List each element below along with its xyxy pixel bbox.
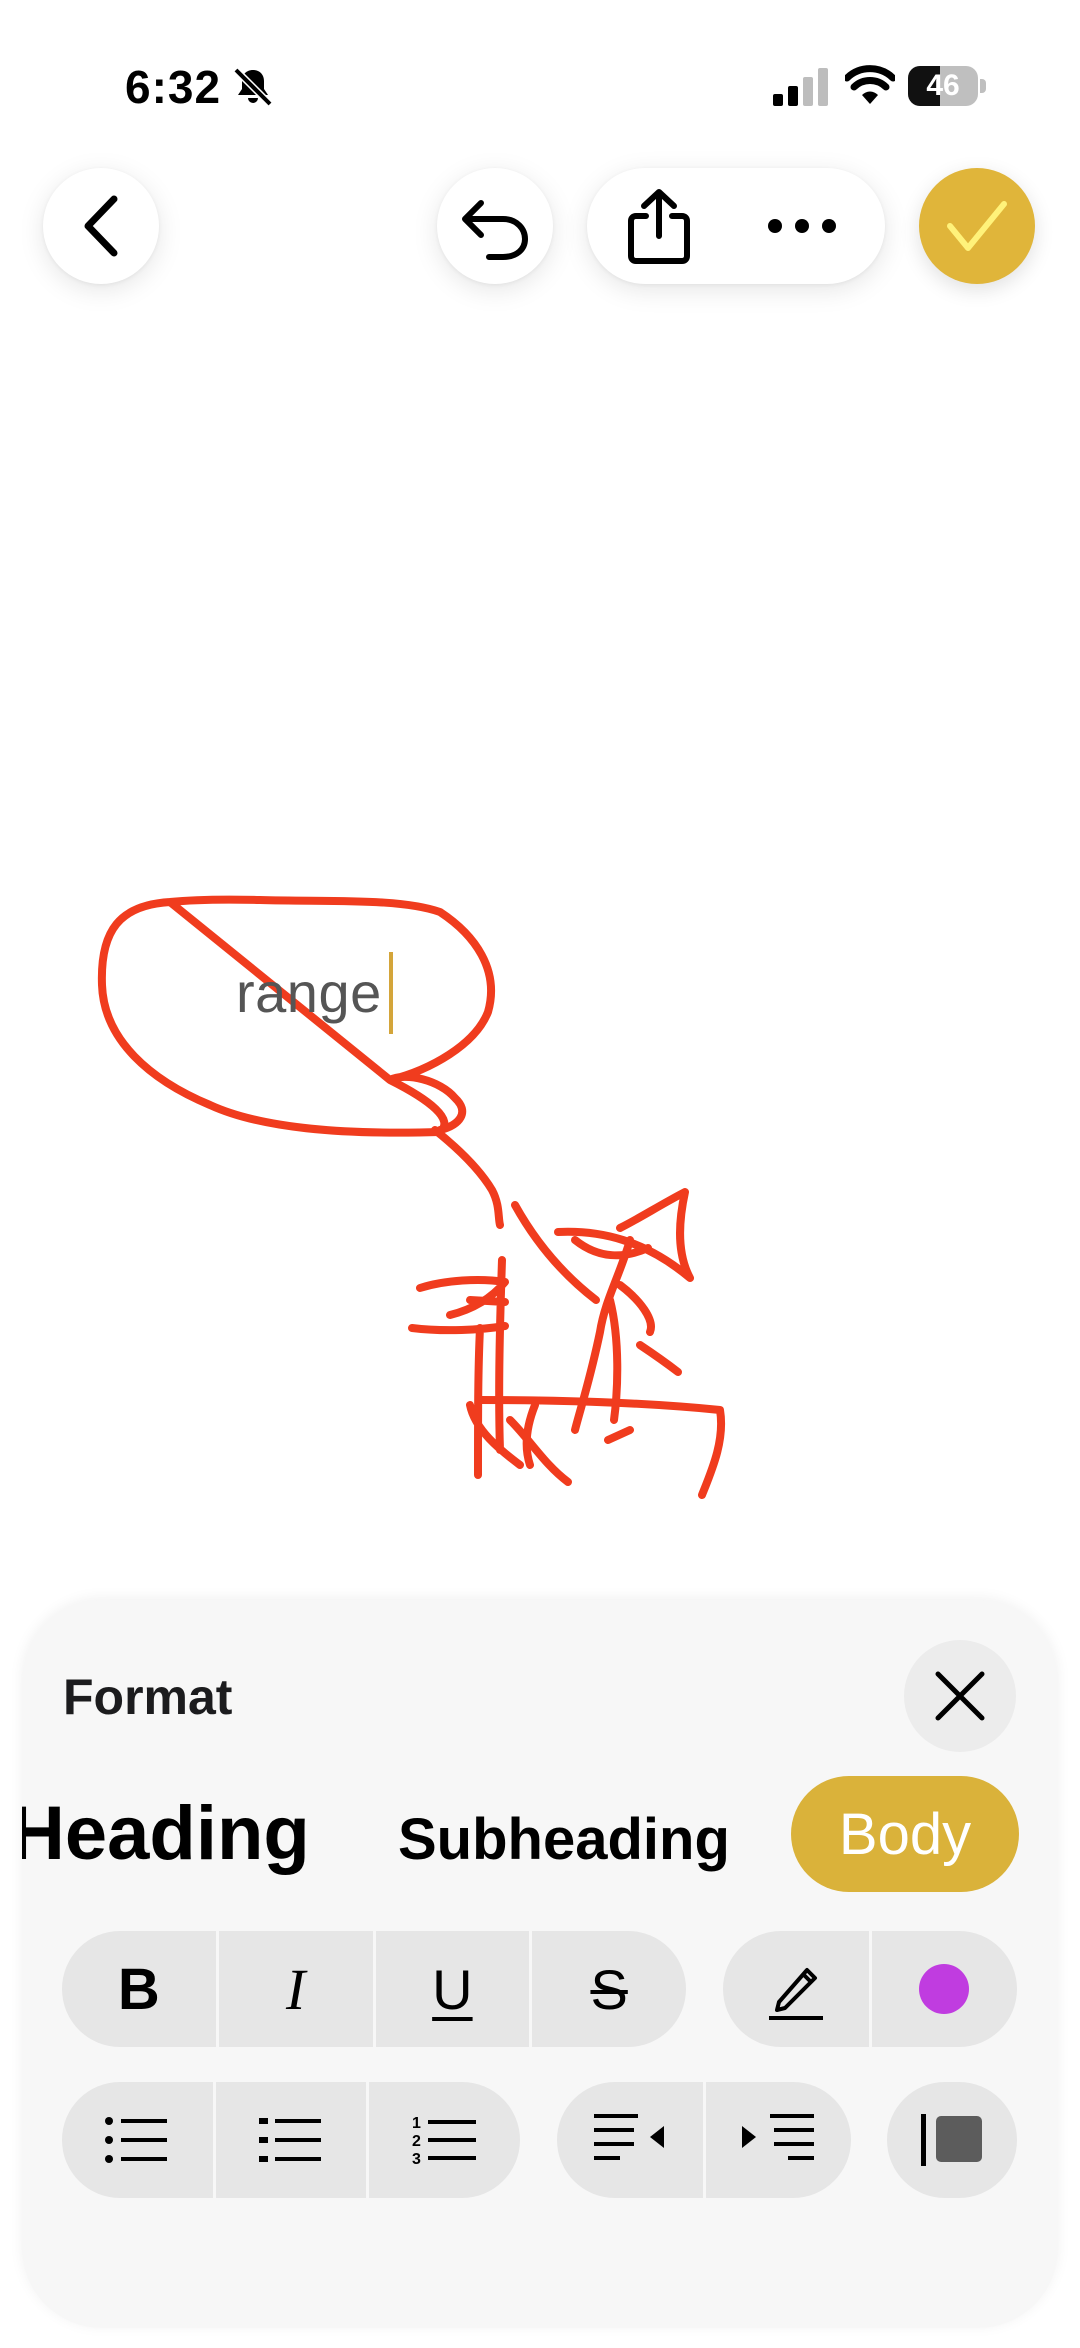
checkmark-icon <box>947 201 1007 251</box>
bold-button[interactable]: B <box>62 1931 216 2047</box>
pencil-icon <box>768 1968 823 2020</box>
dashed-list-icon <box>259 2118 321 2162</box>
more-button[interactable] <box>747 184 857 268</box>
list-group: 1 2 3 <box>62 2082 520 2198</box>
svg-text:3: 3 <box>412 2151 421 2168</box>
text-cursor <box>389 952 393 1034</box>
style-heading[interactable]: Heading <box>22 1790 310 1877</box>
decrease-indent-icon <box>593 2114 664 2160</box>
italic-button[interactable]: I <box>215 1931 373 2047</box>
block-quote-icon <box>921 2114 982 2166</box>
done-button[interactable] <box>919 168 1035 284</box>
back-button[interactable] <box>43 168 159 284</box>
style-body[interactable]: Body <box>791 1776 1019 1892</box>
numbered-list-button[interactable]: 1 2 3 <box>366 2082 520 2198</box>
block-quote-group <box>887 2082 1017 2198</box>
highlight-group <box>723 1931 1017 2047</box>
bulleted-list-button[interactable] <box>62 2082 213 2198</box>
indent-group <box>557 2082 851 2198</box>
share-icon <box>628 189 690 264</box>
undo-icon <box>462 200 529 260</box>
increase-indent-icon <box>742 2114 815 2160</box>
svg-text:1: 1 <box>412 2115 421 2132</box>
share-button[interactable] <box>609 184 709 268</box>
text-format-group: B I U S <box>62 1931 686 2047</box>
block-quote-button[interactable] <box>887 2082 1017 2198</box>
more-icon <box>768 219 836 233</box>
style-subheading[interactable]: Subheading <box>398 1806 730 1873</box>
svg-text:2: 2 <box>412 2133 421 2150</box>
toolbar-pill <box>587 168 885 284</box>
bulleted-list-icon <box>105 2117 168 2163</box>
close-format-button[interactable] <box>904 1640 1016 1752</box>
table-stroke <box>476 1396 726 1499</box>
bubble-tail-stroke <box>431 1126 504 1229</box>
dashed-list-button[interactable] <box>212 2082 367 2198</box>
note-text[interactable]: range <box>236 958 382 1028</box>
undo-button[interactable] <box>437 168 553 284</box>
numbered-list-icon: 1 2 3 <box>412 2115 476 2168</box>
color-swatch <box>919 1964 970 2014</box>
text-color-button[interactable] <box>868 1931 1018 2047</box>
paragraph-style-picker: Heading Subheading Body <box>22 1776 1058 1902</box>
increase-indent-button[interactable] <box>702 2082 852 2198</box>
highlight-button[interactable] <box>723 1931 869 2047</box>
strikethrough-button[interactable]: S <box>529 1931 686 2047</box>
figure-left-stroke <box>408 1256 572 1486</box>
format-panel-title: Format <box>63 1669 233 1725</box>
chevron-left-icon <box>84 195 118 257</box>
close-icon <box>935 1671 985 1721</box>
underline-button[interactable]: U <box>372 1931 530 2047</box>
decrease-indent-button[interactable] <box>557 2082 703 2198</box>
